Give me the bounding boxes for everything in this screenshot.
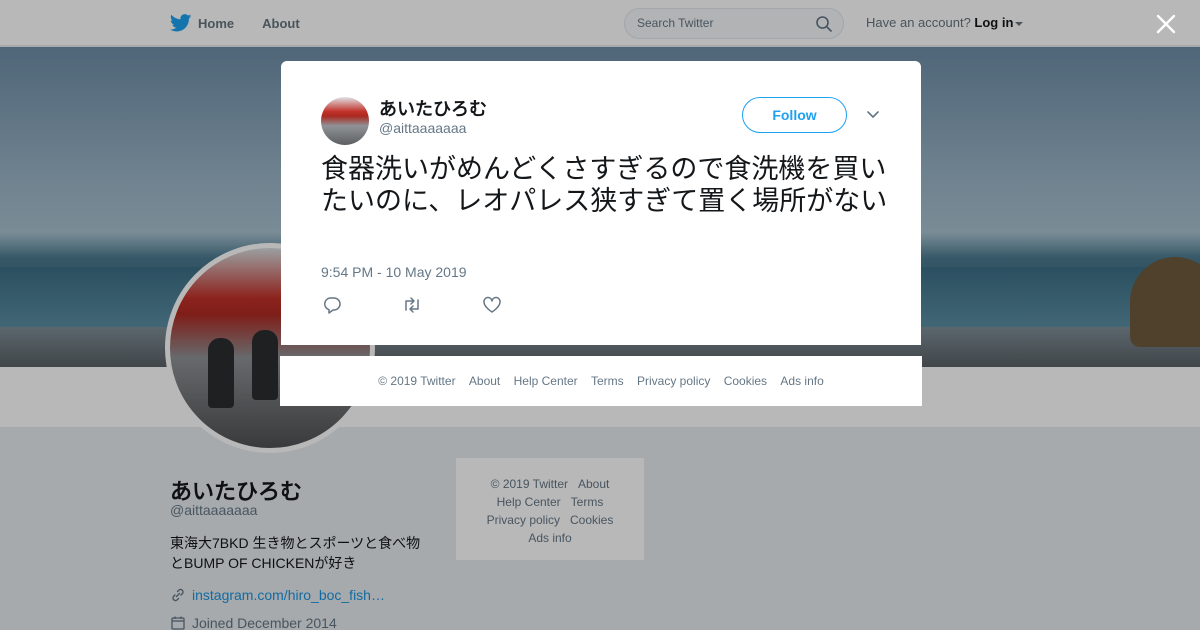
heart-icon [483, 296, 501, 313]
tweet-author-avatar[interactable] [321, 97, 369, 145]
reply-icon [323, 297, 341, 314]
retweet-button[interactable] [401, 295, 481, 320]
reply-button[interactable] [321, 295, 401, 320]
follow-button[interactable]: Follow [742, 97, 847, 133]
chevron-down-icon[interactable] [866, 109, 880, 119]
footer-about[interactable]: About [469, 374, 500, 388]
tweet-actions [321, 295, 561, 320]
retweet-icon [405, 297, 419, 313]
modal-footer: © 2019 Twitter About Help Center Terms P… [280, 356, 922, 406]
footer-copyright: © 2019 Twitter [378, 374, 456, 388]
footer-help[interactable]: Help Center [514, 374, 578, 388]
tweet-author-name[interactable]: あいたひろむ [379, 95, 487, 121]
close-icon[interactable] [1155, 13, 1177, 35]
footer-cookies[interactable]: Cookies [724, 374, 767, 388]
footer-terms[interactable]: Terms [591, 374, 624, 388]
tweet-text: 食器洗いがめんどくさすぎるので食洗機を買いたいのに、レオパレス狭すぎて置く場所が… [321, 154, 888, 216]
tweet-author-handle[interactable]: @aittaaaaaaa [379, 120, 466, 136]
tweet-modal: あいたひろむ @aittaaaaaaa Follow 食器洗いがめんどくさすぎる… [281, 61, 921, 345]
tweet-timestamp[interactable]: 9:54 PM - 10 May 2019 [321, 264, 467, 280]
like-button[interactable] [481, 295, 561, 320]
footer-ads[interactable]: Ads info [780, 374, 823, 388]
footer-privacy[interactable]: Privacy policy [637, 374, 710, 388]
